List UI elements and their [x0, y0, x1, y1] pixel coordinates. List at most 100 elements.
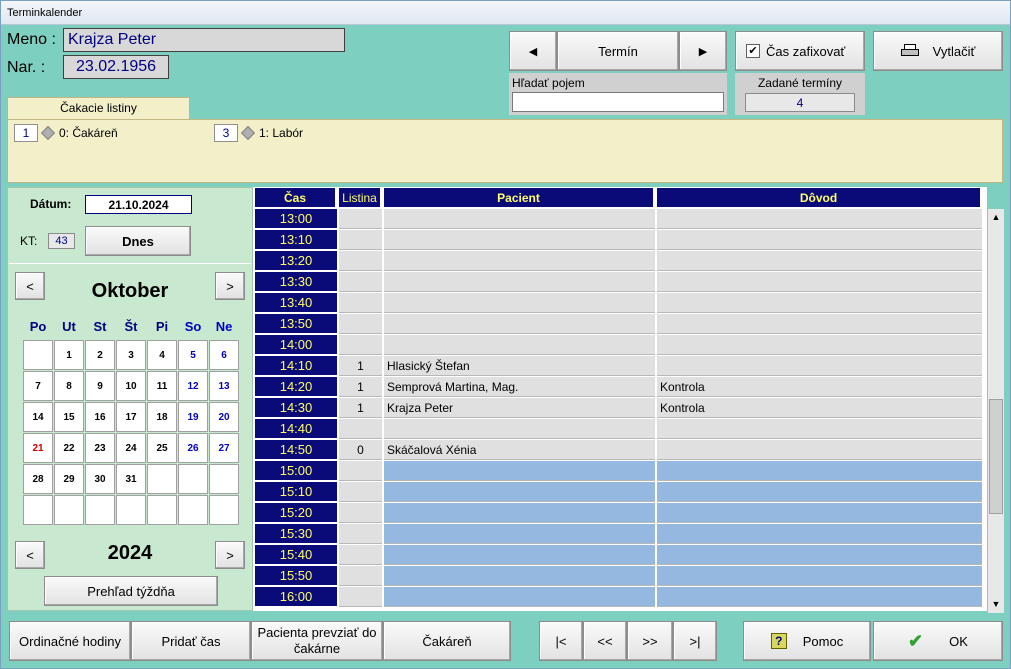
time-slot[interactable]: 13:40: [255, 293, 337, 313]
calendar-day[interactable]: 13: [209, 371, 239, 401]
patient-cell[interactable]: [384, 524, 655, 544]
list-cell[interactable]: [339, 209, 382, 229]
scroll-down-icon[interactable]: ▼: [988, 596, 1004, 613]
patient-cell[interactable]: [384, 482, 655, 502]
calendar-day[interactable]: 25: [147, 433, 177, 463]
patient-cell[interactable]: [384, 566, 655, 586]
calendar-day[interactable]: 24: [116, 433, 146, 463]
calendar-day[interactable]: 27: [209, 433, 239, 463]
patient-cell[interactable]: [384, 587, 655, 607]
list-cell[interactable]: [339, 566, 382, 586]
reason-cell[interactable]: [657, 272, 982, 292]
help-button[interactable]: ? Pomoc: [743, 621, 871, 661]
time-slot[interactable]: 16:00: [255, 587, 337, 607]
reason-cell[interactable]: [657, 482, 982, 502]
column-header-time[interactable]: Čas: [255, 188, 337, 207]
patient-cell[interactable]: [384, 419, 655, 439]
calendar-day[interactable]: 17: [116, 402, 146, 432]
list-cell[interactable]: [339, 482, 382, 502]
list-cell[interactable]: [339, 461, 382, 481]
calendar-day[interactable]: 16: [85, 402, 115, 432]
column-header-list[interactable]: Listina: [339, 188, 382, 207]
column-header-patient[interactable]: Pacient: [384, 188, 655, 207]
list-cell[interactable]: [339, 503, 382, 523]
patient-cell[interactable]: [384, 503, 655, 523]
prev-page-button[interactable]: <<: [583, 621, 627, 661]
calendar-day[interactable]: 2: [85, 340, 115, 370]
patient-cell[interactable]: [384, 461, 655, 481]
last-button[interactable]: >|: [673, 621, 717, 661]
time-slot[interactable]: 15:00: [255, 461, 337, 481]
reason-cell[interactable]: [657, 293, 982, 313]
calendar-day[interactable]: 9: [85, 371, 115, 401]
time-slot[interactable]: 15:20: [255, 503, 337, 523]
list-cell[interactable]: [339, 230, 382, 250]
reason-cell[interactable]: [657, 314, 982, 334]
ok-button[interactable]: ✔ OK: [873, 621, 1003, 661]
time-slot[interactable]: 14:50: [255, 440, 337, 460]
termin-button[interactable]: Termín: [557, 31, 679, 71]
calendar-day[interactable]: 4: [147, 340, 177, 370]
calendar-day[interactable]: 26: [178, 433, 208, 463]
patient-cell[interactable]: Krajza Peter: [384, 398, 655, 418]
calendar-day[interactable]: 15: [54, 402, 84, 432]
next-termin-button[interactable]: ▶: [679, 31, 727, 71]
time-slot[interactable]: 14:00: [255, 335, 337, 355]
calendar-day[interactable]: 12: [178, 371, 208, 401]
patient-cell[interactable]: Skáčalová Xénia: [384, 440, 655, 460]
patient-cell[interactable]: [384, 545, 655, 565]
schedule-scrollbar[interactable]: ▲ ▼: [988, 209, 1004, 613]
time-slot[interactable]: 13:50: [255, 314, 337, 334]
reason-cell[interactable]: [657, 251, 982, 271]
time-slot[interactable]: 14:40: [255, 419, 337, 439]
patient-cell[interactable]: [384, 335, 655, 355]
waiting-list-item[interactable]: 1 0: Čakáreň: [14, 124, 118, 142]
reason-cell[interactable]: [657, 545, 982, 565]
reason-cell[interactable]: [657, 419, 982, 439]
list-cell[interactable]: [339, 251, 382, 271]
reason-cell[interactable]: [657, 587, 982, 607]
calendar-day[interactable]: 29: [54, 464, 84, 494]
calendar-day[interactable]: 3: [116, 340, 146, 370]
today-button[interactable]: Dnes: [85, 226, 191, 256]
patient-cell[interactable]: [384, 314, 655, 334]
next-year-button[interactable]: >: [215, 541, 245, 569]
reason-cell[interactable]: [657, 335, 982, 355]
search-input[interactable]: [512, 92, 724, 112]
time-slot[interactable]: 13:20: [255, 251, 337, 271]
time-slot[interactable]: 15:50: [255, 566, 337, 586]
first-button[interactable]: |<: [539, 621, 583, 661]
patient-cell[interactable]: [384, 272, 655, 292]
list-cell[interactable]: 1: [339, 356, 382, 376]
office-hours-button[interactable]: Ordinačné hodiny: [9, 621, 131, 661]
list-cell[interactable]: [339, 272, 382, 292]
time-slot[interactable]: 15:10: [255, 482, 337, 502]
add-time-button[interactable]: Pridať čas: [131, 621, 251, 661]
reason-cell[interactable]: [657, 356, 982, 376]
list-cell[interactable]: [339, 293, 382, 313]
patient-cell[interactable]: Hlasický Štefan: [384, 356, 655, 376]
calendar-day[interactable]: 7: [23, 371, 53, 401]
take-patient-button[interactable]: Pacienta prevziať do čakárne: [251, 621, 383, 661]
patient-cell[interactable]: [384, 293, 655, 313]
calendar-day[interactable]: 20: [209, 402, 239, 432]
fix-time-checkbox[interactable]: ✔ Čas zafixovať: [735, 31, 865, 71]
list-cell[interactable]: 1: [339, 398, 382, 418]
calendar-day[interactable]: 19: [178, 402, 208, 432]
calendar-day[interactable]: 5: [178, 340, 208, 370]
time-slot[interactable]: 15:30: [255, 524, 337, 544]
list-cell[interactable]: [339, 335, 382, 355]
reason-cell[interactable]: [657, 524, 982, 544]
date-input[interactable]: 21.10.2024: [85, 195, 192, 214]
calendar-day[interactable]: 14: [23, 402, 53, 432]
reason-cell[interactable]: [657, 440, 982, 460]
reason-cell[interactable]: Kontrola: [657, 398, 982, 418]
prev-termin-button[interactable]: ◀: [509, 31, 557, 71]
calendar-day[interactable]: 30: [85, 464, 115, 494]
scroll-up-icon[interactable]: ▲: [988, 209, 1004, 226]
patient-cell[interactable]: [384, 251, 655, 271]
calendar-day[interactable]: 23: [85, 433, 115, 463]
tab-waiting-lists[interactable]: Čakacie listiny: [7, 97, 190, 119]
calendar-day[interactable]: 6: [209, 340, 239, 370]
time-slot[interactable]: 14:30: [255, 398, 337, 418]
